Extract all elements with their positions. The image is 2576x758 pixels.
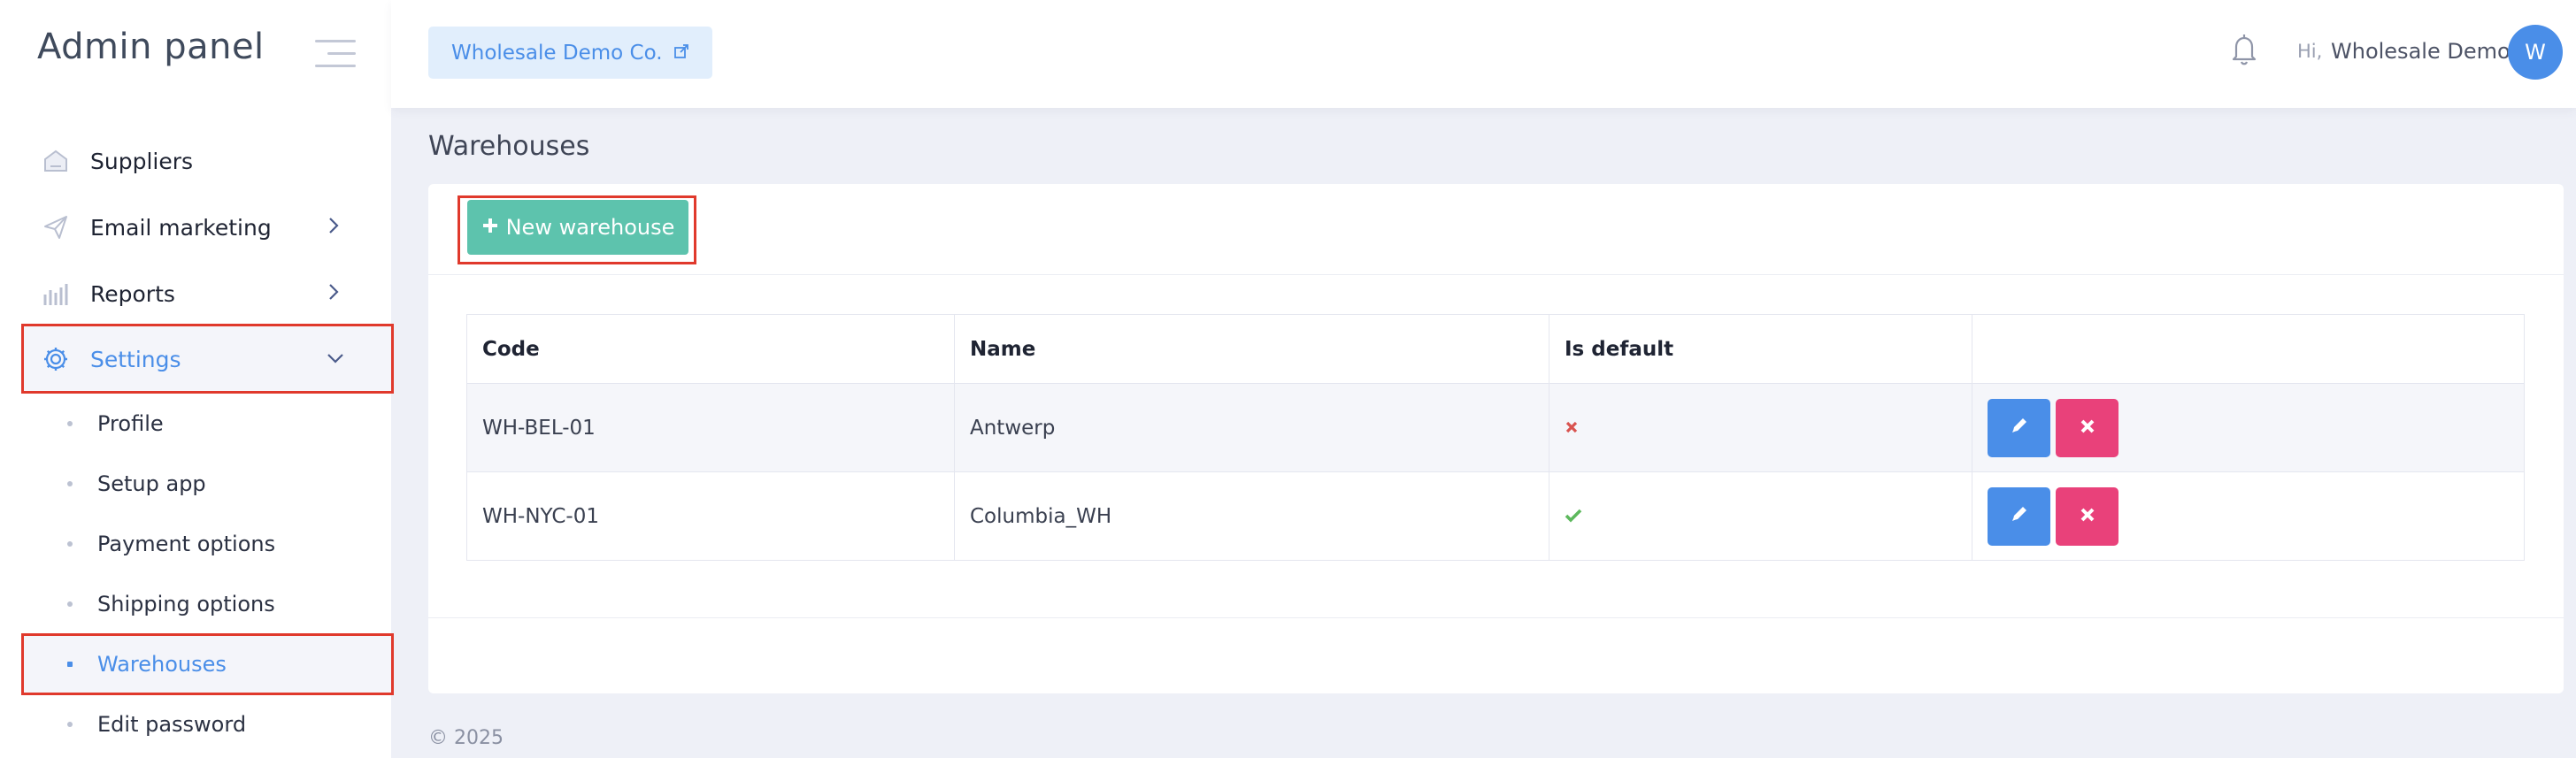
cell-name: Antwerp: [954, 383, 1549, 472]
table-row: WH-BEL-01 Antwerp: [466, 383, 2525, 472]
avatar[interactable]: W: [2508, 25, 2563, 80]
sidebar-item-label: Settings: [90, 346, 181, 372]
external-link-icon: [673, 43, 689, 63]
checkmark-icon: [1565, 505, 1582, 528]
submenu-label: Edit password: [97, 712, 247, 737]
sidebar-item-label: Email marketing: [90, 214, 272, 241]
submenu-item-warehouses[interactable]: Warehouses: [23, 636, 391, 693]
home-icon: [23, 148, 90, 174]
sidebar-item-reports[interactable]: Reports: [23, 261, 391, 326]
user-name[interactable]: Wholesale Demo: [2331, 39, 2511, 64]
warehouses-card: New warehouse Code Name Is default WH-BE…: [428, 184, 2564, 693]
column-header-name: Name: [954, 314, 1549, 384]
pencil-icon: [2010, 416, 2029, 440]
brand-title: Admin panel: [37, 27, 265, 67]
cell-is-default: [1549, 471, 1972, 561]
sidebar-item-email-marketing[interactable]: Email marketing: [23, 195, 391, 260]
sidebar-item-settings[interactable]: Settings: [23, 326, 391, 392]
chevron-right-icon: [327, 282, 340, 305]
card-toolbar: New warehouse: [428, 184, 2564, 275]
delete-button[interactable]: [2056, 486, 2118, 546]
submenu-label: Warehouses: [97, 652, 227, 677]
cross-icon: [1565, 417, 1579, 440]
gear-icon: [23, 346, 90, 372]
send-icon: [23, 214, 90, 241]
table-header-row: Code Name Is default: [466, 314, 2525, 384]
company-name: Wholesale Demo Co.: [451, 41, 663, 65]
new-warehouse-label: New warehouse: [505, 215, 675, 240]
cell-name: Columbia_WH: [954, 471, 1549, 561]
table-row: WH-NYC-01 Columbia_WH: [466, 471, 2525, 561]
cell-code: WH-NYC-01: [466, 471, 955, 561]
chevron-right-icon: [327, 216, 340, 239]
sidebar-item-label: Reports: [90, 280, 175, 307]
bullet: [67, 481, 73, 486]
column-header-is-default: Is default: [1549, 314, 1972, 384]
new-warehouse-button[interactable]: New warehouse: [467, 200, 688, 255]
footer-copyright: © 2025: [428, 727, 504, 749]
bullet: [67, 421, 73, 426]
cell-actions: [1972, 383, 2525, 472]
close-icon: [2080, 505, 2095, 528]
edit-button[interactable]: [1988, 398, 2050, 457]
close-icon: [2080, 417, 2095, 440]
submenu-item-payment-options[interactable]: Payment options: [23, 516, 391, 572]
chevron-down-icon: [326, 351, 345, 368]
sidebar-item-label: Suppliers: [90, 148, 194, 174]
bullet: [67, 601, 73, 607]
bullet: [67, 541, 73, 547]
greeting-text: Hi,: [2297, 41, 2323, 62]
menu-toggle-icon[interactable]: [315, 40, 356, 68]
submenu-label: Profile: [97, 411, 164, 436]
company-link-button[interactable]: Wholesale Demo Co.: [428, 27, 712, 79]
sidebar: Admin panel Suppliers Email marketing Re…: [0, 0, 394, 758]
bullet: [67, 722, 73, 727]
bell-icon[interactable]: [2228, 32, 2260, 71]
warehouses-table: Code Name Is default WH-BEL-01 Antwerp W…: [466, 314, 2525, 561]
top-header: Wholesale Demo Co. Hi, Wholesale Demo W: [391, 0, 2576, 108]
sidebar-item-suppliers[interactable]: Suppliers: [23, 128, 391, 194]
submenu-label: Payment options: [97, 532, 276, 556]
submenu-label: Setup app: [97, 471, 206, 496]
divider: [428, 617, 2564, 618]
edit-button[interactable]: [1988, 486, 2050, 546]
cell-is-default: [1549, 383, 1972, 472]
delete-button[interactable]: [2056, 398, 2118, 457]
cell-code: WH-BEL-01: [466, 383, 955, 472]
bar-chart-icon: [23, 280, 90, 307]
bullet: [67, 662, 73, 667]
submenu-item-shipping-options[interactable]: Shipping options: [23, 576, 391, 632]
submenu-item-edit-password[interactable]: Edit password: [23, 696, 391, 753]
pencil-icon: [2010, 504, 2029, 529]
column-header-code: Code: [466, 314, 955, 384]
page-title: Warehouses: [428, 131, 590, 162]
plus-icon: [481, 215, 499, 240]
column-header-actions: [1972, 314, 2525, 384]
submenu-label: Shipping options: [97, 592, 275, 616]
submenu-item-profile[interactable]: Profile: [23, 395, 391, 452]
submenu-item-setup-app[interactable]: Setup app: [23, 456, 391, 512]
cell-actions: [1972, 471, 2525, 561]
